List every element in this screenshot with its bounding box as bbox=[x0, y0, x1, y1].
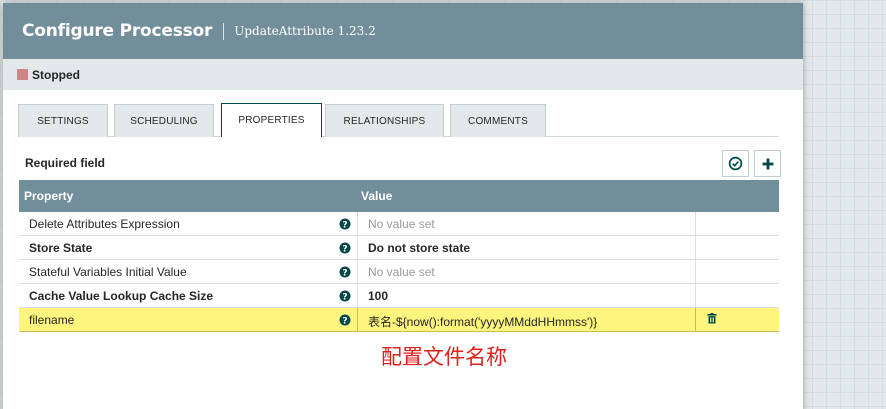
property-name: Stateful Variables Initial Value bbox=[29, 265, 187, 279]
column-header-value: Value bbox=[361, 189, 393, 203]
tab-properties[interactable]: PROPERTIES bbox=[221, 103, 322, 137]
table-row[interactable]: Delete Attributes Expression ? No value … bbox=[19, 212, 779, 236]
table-row[interactable]: Stateful Variables Initial Value ? No va… bbox=[19, 260, 779, 284]
tab-scheduling[interactable]: SCHEDULING bbox=[114, 104, 214, 137]
dialog-header: Configure Processor UpdateAttribute 1.23… bbox=[3, 3, 803, 59]
add-property-button[interactable] bbox=[754, 150, 781, 177]
column-header-property: Property bbox=[24, 189, 74, 203]
table-row[interactable]: Cache Value Lookup Cache Size ? 100 bbox=[19, 284, 779, 308]
trash-icon[interactable] bbox=[707, 313, 717, 324]
property-value[interactable]: 100 bbox=[368, 289, 388, 303]
help-icon[interactable]: ? bbox=[339, 218, 351, 230]
table-header: Property Value bbox=[19, 180, 779, 212]
check-circle-icon bbox=[728, 156, 743, 171]
svg-text:?: ? bbox=[342, 244, 347, 254]
help-icon[interactable]: ? bbox=[339, 242, 351, 254]
header-separator bbox=[223, 22, 225, 40]
processor-status: Stopped bbox=[3, 59, 803, 90]
status-label: Stopped bbox=[32, 67, 80, 82]
verify-properties-button[interactable] bbox=[722, 150, 749, 177]
property-value[interactable]: No value set bbox=[368, 217, 435, 231]
annotation-text: 配置文件名称 bbox=[381, 345, 507, 369]
help-icon[interactable]: ? bbox=[339, 314, 351, 326]
property-name: Store State bbox=[29, 241, 93, 255]
dialog-subtitle: UpdateAttribute 1.23.2 bbox=[234, 24, 376, 38]
property-value[interactable]: No value set bbox=[368, 265, 435, 279]
property-name: Cache Value Lookup Cache Size bbox=[29, 289, 214, 303]
svg-text:?: ? bbox=[342, 220, 347, 230]
tab-bar: SETTINGS SCHEDULING PROPERTIES RELATIONS… bbox=[18, 103, 778, 137]
help-icon[interactable]: ? bbox=[339, 290, 351, 302]
plus-icon bbox=[762, 158, 773, 169]
property-name: filename bbox=[29, 313, 75, 327]
property-value[interactable]: Do not store state bbox=[368, 241, 470, 255]
tab-relationships[interactable]: RELATIONSHIPS bbox=[325, 104, 444, 137]
property-value[interactable]: 表名-${now():format('yyyyMMddHHmmss')} bbox=[368, 313, 597, 330]
required-field-label: Required field bbox=[25, 156, 106, 170]
svg-text:?: ? bbox=[342, 268, 347, 278]
properties-table: Property Value Delete Attributes Express… bbox=[19, 180, 779, 332]
table-row[interactable]: filename ? 表名-${now():format('yyyyMMddHH… bbox=[19, 308, 779, 332]
stopped-icon bbox=[17, 69, 28, 80]
tab-comments[interactable]: COMMENTS bbox=[450, 104, 546, 137]
tab-settings[interactable]: SETTINGS bbox=[18, 104, 108, 137]
svg-text:?: ? bbox=[342, 292, 347, 302]
help-icon[interactable]: ? bbox=[339, 266, 351, 278]
dialog-title: Configure Processor bbox=[22, 21, 213, 41]
table-row[interactable]: Store State ? Do not store state bbox=[19, 236, 779, 260]
svg-text:?: ? bbox=[342, 316, 347, 326]
property-name: Delete Attributes Expression bbox=[29, 217, 180, 231]
